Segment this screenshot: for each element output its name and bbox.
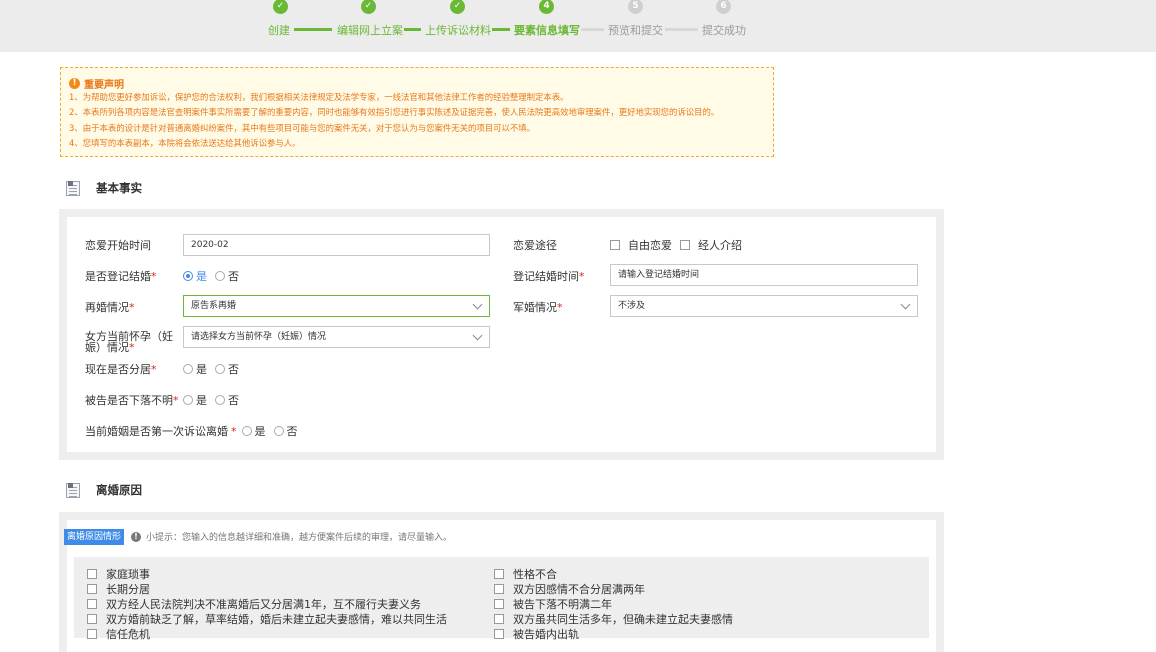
important-notice: ! 重要声明 1、为帮助您更好参加诉讼，保护您的合法权利，我们根据相关法律规定及… xyxy=(60,67,774,157)
checkbox[interactable] xyxy=(87,569,97,579)
missing-no-radio[interactable] xyxy=(215,395,225,405)
love-start-input[interactable]: 2020-02 xyxy=(183,234,490,256)
remarry-select[interactable]: 原告系再婚 xyxy=(183,295,490,317)
love-start-label: 恋爱开始时间 xyxy=(85,239,151,252)
reason-option[interactable]: 家庭琐事 xyxy=(87,566,150,582)
first-divorce-label: 当前婚姻是否第一次诉讼离婚 xyxy=(85,425,228,438)
section-title: 离婚原因 xyxy=(96,483,142,497)
notice-line: 2、本表所列各项内容是法官查明案件事实所需要了解的重要内容，同时也能够有效指引您… xyxy=(69,107,720,118)
document-icon xyxy=(66,180,80,196)
separated-yes-radio[interactable] xyxy=(183,364,193,374)
info-icon: ! xyxy=(131,531,141,542)
registered-radio-group: 是 否 xyxy=(183,268,247,284)
reason-tip: ! 小提示：您输入的信息越详细和准确，越方便案件后续的审理，请尽量输入。 xyxy=(131,530,452,543)
registered-no-radio[interactable] xyxy=(215,271,225,281)
step-label: 编辑网上立案 xyxy=(337,24,403,37)
step-connector xyxy=(294,28,332,31)
missing-label: 被告是否下落不明 xyxy=(85,394,173,407)
remarry-label: 再婚情况 xyxy=(85,301,129,314)
checkbox[interactable] xyxy=(87,614,97,624)
section-basic-facts: 基本事实 xyxy=(66,180,142,196)
step-connector xyxy=(665,28,698,31)
step-label: 创建 xyxy=(268,24,290,37)
chevron-down-icon xyxy=(472,330,483,341)
step-connector xyxy=(581,28,604,31)
document-icon xyxy=(66,482,80,498)
chevron-down-icon xyxy=(472,299,483,310)
reason-option[interactable]: 双方虽共同生活多年，但确未建立起夫妻感情 xyxy=(494,611,733,627)
first-divorce-yes-radio[interactable] xyxy=(241,426,252,436)
reason-option[interactable]: 双方婚前缺乏了解，草率结婚，婚后未建立起夫妻感情，难以共同生活 xyxy=(87,611,447,627)
reg-time-input[interactable]: 请输入登记结婚时间 xyxy=(610,264,918,286)
step-connector xyxy=(404,28,421,31)
reg-time-label: 登记结婚时间 xyxy=(513,270,579,283)
introduced-option[interactable]: 经人介绍 xyxy=(698,237,742,253)
reason-option[interactable]: 被告婚内出轨 xyxy=(494,626,579,642)
registered-label: 是否登记结婚 xyxy=(85,270,151,283)
checkbox[interactable] xyxy=(494,584,504,594)
reason-option[interactable]: 被告下落不明满二年 xyxy=(494,596,612,612)
missing-radio-group: 是 否 xyxy=(183,392,247,408)
notice-line: 4、您填写的本表副本，本院将会依法送达给其他诉讼参与人。 xyxy=(69,138,301,149)
registered-yes-radio[interactable] xyxy=(183,271,193,281)
step-number: 4 xyxy=(539,0,554,14)
reason-tag: 离婚原因情形 xyxy=(64,529,125,545)
military-select[interactable]: 不涉及 xyxy=(610,295,918,317)
step-label: 上传诉讼材料 xyxy=(425,24,491,37)
section-divorce-reason: 离婚原因 xyxy=(66,482,142,498)
step-connector xyxy=(492,28,510,31)
reason-option[interactable]: 长期分居 xyxy=(87,581,150,597)
step-label: 预览和提交 xyxy=(608,24,663,37)
step-number: 5 xyxy=(628,0,643,14)
step-label: 要素信息填写 xyxy=(514,24,580,37)
separated-label: 现在是否分居 xyxy=(85,363,151,376)
free-love-checkbox[interactable] xyxy=(610,240,620,250)
pregnant-select[interactable]: 请选择女方当前怀孕（妊娠）情况 xyxy=(183,326,490,348)
missing-yes-radio[interactable] xyxy=(183,395,193,405)
step-number: 6 xyxy=(716,0,731,14)
check-icon: ✓ xyxy=(273,0,288,14)
separated-no-radio[interactable] xyxy=(215,364,225,374)
military-label: 军婚情况 xyxy=(513,301,557,314)
section-title: 基本事实 xyxy=(96,181,142,195)
reason-option[interactable]: 性格不合 xyxy=(494,566,557,582)
notice-line: 3、由于本表的设计是针对普通离婚纠纷案件，其中有些项目可能与您的案件无关，对于您… xyxy=(69,122,535,133)
check-icon: ✓ xyxy=(361,0,376,14)
progress-stepper: ✓ 创建 ✓ 编辑网上立案 ✓ 上传诉讼材料 4 要素信息填写 5 预览和提交 … xyxy=(0,0,1156,52)
checkbox[interactable] xyxy=(87,584,97,594)
checkbox[interactable] xyxy=(494,599,504,609)
checkbox[interactable] xyxy=(87,599,97,609)
reason-option[interactable]: 双方经人民法院判决不准离婚后又分居满1年，互不履行夫妻义务 xyxy=(87,596,421,612)
first-divorce-no-radio[interactable] xyxy=(273,426,284,436)
free-love-option[interactable]: 自由恋爱 xyxy=(628,237,672,253)
warning-icon: ! xyxy=(69,78,80,89)
love-way-label: 恋爱途径 xyxy=(513,239,557,252)
checkbox[interactable] xyxy=(494,614,504,624)
notice-title: 重要声明 xyxy=(84,80,124,91)
check-icon: ✓ xyxy=(450,0,465,14)
introduced-checkbox[interactable] xyxy=(680,240,690,250)
step-label: 提交成功 xyxy=(702,24,746,37)
checkbox[interactable] xyxy=(494,569,504,579)
notice-line: 1、为帮助您更好参加诉讼，保护您的合法权利，我们根据相关法律规定及法学专家，一线… xyxy=(69,92,569,102)
chevron-down-icon xyxy=(900,299,911,310)
reason-option[interactable]: 信任危机 xyxy=(87,626,150,642)
reason-option[interactable]: 双方因感情不合分居满两年 xyxy=(494,581,645,597)
separated-radio-group: 是 否 xyxy=(183,361,247,377)
